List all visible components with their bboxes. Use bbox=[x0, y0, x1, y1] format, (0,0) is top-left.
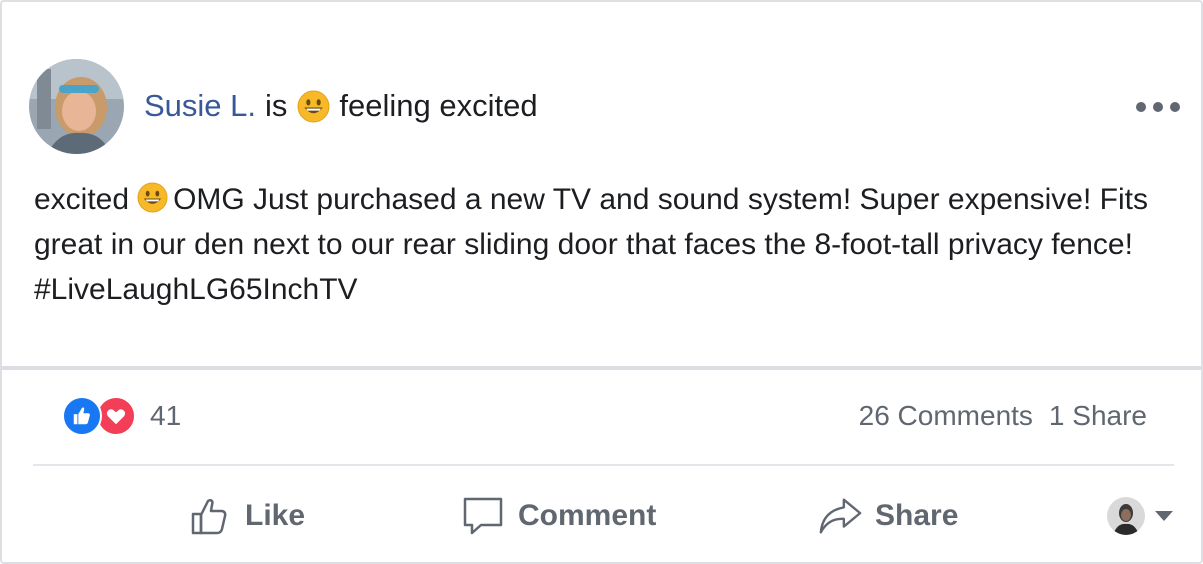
comments-count-link[interactable]: 26 Comments bbox=[859, 400, 1033, 432]
comment-button[interactable]: Comment bbox=[460, 490, 656, 542]
speech-bubble-icon bbox=[460, 493, 506, 539]
share-button[interactable]: Share bbox=[817, 490, 958, 542]
post-text-body: OMG Just purchased a new TV and sound sy… bbox=[34, 183, 1148, 306]
like-button[interactable]: Like bbox=[187, 490, 305, 542]
actions-divider bbox=[33, 464, 1174, 466]
heart-reaction-icon bbox=[96, 396, 136, 436]
post-text-lead: excited bbox=[34, 183, 130, 216]
share-label: Share bbox=[875, 499, 959, 532]
reactions-summary[interactable]: 41 bbox=[62, 396, 181, 436]
more-options-icon[interactable] bbox=[1136, 102, 1180, 114]
user-avatar bbox=[1107, 497, 1145, 535]
post-text: excited OMG Just purchased a new TV and s… bbox=[34, 177, 1174, 312]
caret-down-icon bbox=[1155, 511, 1173, 521]
post-as-selector[interactable] bbox=[1107, 497, 1173, 535]
thumbs-up-outline-icon bbox=[187, 493, 233, 539]
author-name-link[interactable]: Susie L. bbox=[144, 84, 256, 128]
reaction-count: 41 bbox=[150, 400, 182, 431]
thumbs-up-reaction-icon bbox=[62, 396, 102, 436]
grinning-face-emoji-icon bbox=[137, 181, 168, 213]
feeling-activity[interactable]: feeling excited bbox=[339, 84, 537, 128]
content-divider bbox=[2, 366, 1201, 370]
post-card: Susie L. is feeling excited excited OMG J… bbox=[0, 0, 1203, 564]
status-verb: is bbox=[265, 88, 288, 123]
comment-label: Comment bbox=[518, 499, 657, 532]
engagement-stats: 26 Comments 1 Share bbox=[859, 394, 1147, 438]
like-label: Like bbox=[245, 499, 306, 532]
post-header: Susie L. is feeling excited bbox=[144, 84, 538, 128]
share-arrow-icon bbox=[817, 493, 863, 539]
shares-count-link[interactable]: 1 Share bbox=[1049, 400, 1147, 432]
author-avatar[interactable] bbox=[29, 59, 124, 154]
grinning-face-emoji-icon bbox=[297, 90, 330, 123]
